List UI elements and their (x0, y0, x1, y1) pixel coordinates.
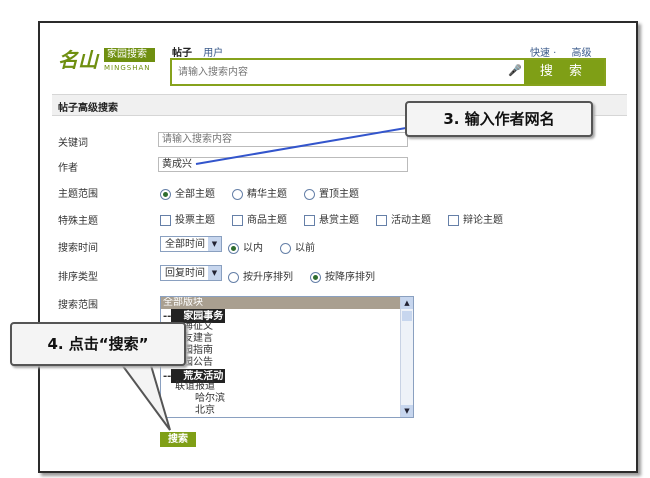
callout-3-pointer (195, 127, 407, 165)
callout-step-4: 4. 点击“搜索” (10, 322, 186, 366)
callout-step-3: 3. 输入作者网名 (405, 101, 593, 137)
callout-pointers (118, 127, 407, 431)
callout-4-pointer (118, 361, 171, 431)
